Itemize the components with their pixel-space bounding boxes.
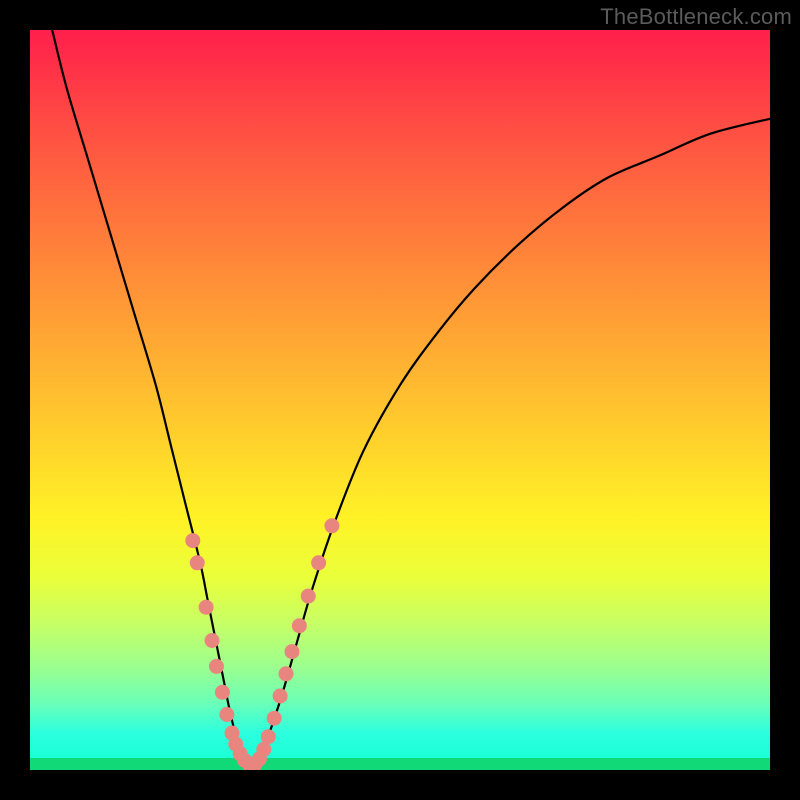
data-marker (205, 633, 220, 648)
chart-frame: TheBottleneck.com (0, 0, 800, 800)
data-marker (279, 666, 294, 681)
data-marker (284, 644, 299, 659)
data-marker (301, 589, 316, 604)
data-marker (273, 689, 288, 704)
data-marker (267, 711, 282, 726)
plot-area (30, 30, 770, 770)
data-marker (311, 555, 326, 570)
data-marker (190, 555, 205, 570)
data-marker (185, 533, 200, 548)
data-markers (185, 518, 339, 770)
curve-svg (30, 30, 770, 770)
data-marker (199, 600, 214, 615)
data-marker (324, 518, 339, 533)
data-marker (219, 707, 234, 722)
data-marker (292, 618, 307, 633)
bottleneck-curve (52, 30, 770, 766)
data-marker (215, 685, 230, 700)
watermark-text: TheBottleneck.com (600, 4, 792, 30)
data-marker (261, 729, 276, 744)
data-marker (209, 659, 224, 674)
